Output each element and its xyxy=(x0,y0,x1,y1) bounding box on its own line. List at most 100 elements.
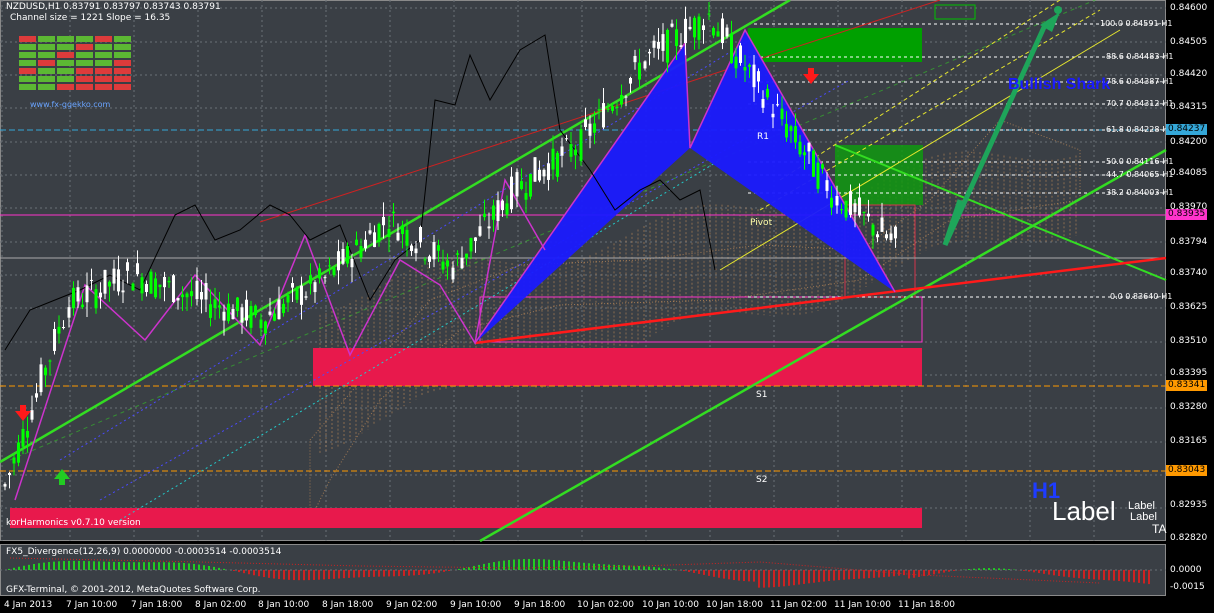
macd-bar xyxy=(193,563,195,570)
candle-body xyxy=(451,267,455,280)
candle-body xyxy=(825,180,829,191)
macd-bar xyxy=(43,562,45,570)
candle-body xyxy=(533,157,537,182)
candle-body xyxy=(510,176,513,210)
macd-bar xyxy=(1068,570,1070,578)
candle-body xyxy=(551,148,555,170)
price-axis-label: 0.83165 xyxy=(1170,436,1208,446)
candle-body xyxy=(474,237,477,241)
macd-bar xyxy=(353,570,355,578)
price-axis-label: 0.84600 xyxy=(1170,3,1208,13)
candle-body xyxy=(588,123,592,136)
macd-bar xyxy=(13,567,15,570)
candle-body xyxy=(332,267,336,276)
macd-bar xyxy=(838,570,840,581)
macd-bar xyxy=(403,570,405,576)
macd-bar xyxy=(438,570,440,573)
time-axis-label: 9 Jan 18:00 xyxy=(514,600,566,610)
macd-bar xyxy=(1098,570,1100,580)
chart-grid xyxy=(0,0,1166,541)
candle-body xyxy=(387,228,391,237)
macd-bar xyxy=(1123,570,1125,582)
macd-bar xyxy=(398,570,400,577)
price-tag-cyan: 0.84237 xyxy=(1166,124,1208,135)
candle-body xyxy=(666,29,669,63)
time-axis-label: 9 Jan 10:00 xyxy=(450,600,502,610)
price-tag-orange-1: 0.83341 xyxy=(1166,380,1208,391)
macd-bar xyxy=(513,559,515,570)
candle-body xyxy=(441,261,445,270)
candle-body xyxy=(76,287,80,302)
macd-bar xyxy=(913,570,915,578)
candle-body xyxy=(584,119,587,127)
macd-bar xyxy=(738,570,740,581)
macd-bar xyxy=(953,570,955,571)
macd-bar xyxy=(83,561,85,570)
logo-cell xyxy=(76,60,93,66)
candle-body xyxy=(8,473,11,475)
candle-body xyxy=(405,229,409,246)
macd-bar xyxy=(698,570,700,574)
macd-bar xyxy=(558,560,560,570)
candle-body xyxy=(716,31,720,37)
candle-body xyxy=(661,34,665,51)
time-axis-label: 8 Jan 02:00 xyxy=(195,600,247,610)
macd-bar xyxy=(978,568,980,570)
price-tag-orange-2: 0.83043 xyxy=(1166,465,1208,476)
candle-body xyxy=(222,311,226,321)
macd-bar xyxy=(583,562,585,570)
macd-bar xyxy=(303,570,305,581)
macd-bar xyxy=(1143,570,1145,584)
macd-bar xyxy=(503,560,505,570)
candle-body xyxy=(277,299,281,320)
candle-body xyxy=(821,164,824,169)
macd-bar xyxy=(178,562,180,570)
candle-body xyxy=(396,232,400,241)
logo-cell xyxy=(114,76,131,82)
candle-body xyxy=(492,205,495,220)
candle-body xyxy=(264,321,267,334)
candle-body xyxy=(670,23,674,27)
macd-bar xyxy=(413,570,415,576)
candle-body xyxy=(542,169,546,177)
candle-body xyxy=(889,233,893,240)
macd-bar xyxy=(198,564,200,570)
candle-body xyxy=(328,265,331,267)
candle-body xyxy=(419,226,422,243)
macd-bar xyxy=(153,562,155,570)
macd-bar xyxy=(243,570,245,574)
candle-body xyxy=(99,292,102,298)
candle-body xyxy=(515,172,519,197)
logo-cell xyxy=(38,52,55,58)
candle-body xyxy=(346,246,349,264)
candle-body xyxy=(483,213,486,218)
candle-body xyxy=(227,303,230,322)
candle-body xyxy=(524,193,528,200)
macd-bar xyxy=(448,570,450,571)
candle-body xyxy=(757,71,760,82)
macd-bar xyxy=(753,570,755,582)
candle-body xyxy=(734,56,738,69)
price-axis-label: 0.82820 xyxy=(1170,533,1208,543)
candle-body xyxy=(597,109,601,111)
candle-body xyxy=(176,298,180,301)
price-axis-label: 0.84315 xyxy=(1170,102,1208,112)
macd-bar xyxy=(208,566,210,570)
logo-cell xyxy=(19,60,36,66)
macd-bar xyxy=(1133,570,1135,583)
candle-body xyxy=(556,152,559,177)
candle-body xyxy=(355,239,358,246)
candle-body xyxy=(748,64,751,67)
macd-bar xyxy=(188,563,190,570)
logo-cell xyxy=(57,68,74,74)
candle-body xyxy=(341,248,345,264)
candle-body xyxy=(437,245,440,251)
price-axis-label: 0.83510 xyxy=(1170,336,1208,346)
macd-bar xyxy=(493,562,495,570)
logo-cell xyxy=(19,36,36,42)
price-axis-label: 0.84200 xyxy=(1170,137,1208,147)
candle-body xyxy=(496,200,500,222)
candle-body xyxy=(373,232,376,248)
macd-bar xyxy=(1038,570,1040,574)
logo-cell xyxy=(57,60,74,66)
